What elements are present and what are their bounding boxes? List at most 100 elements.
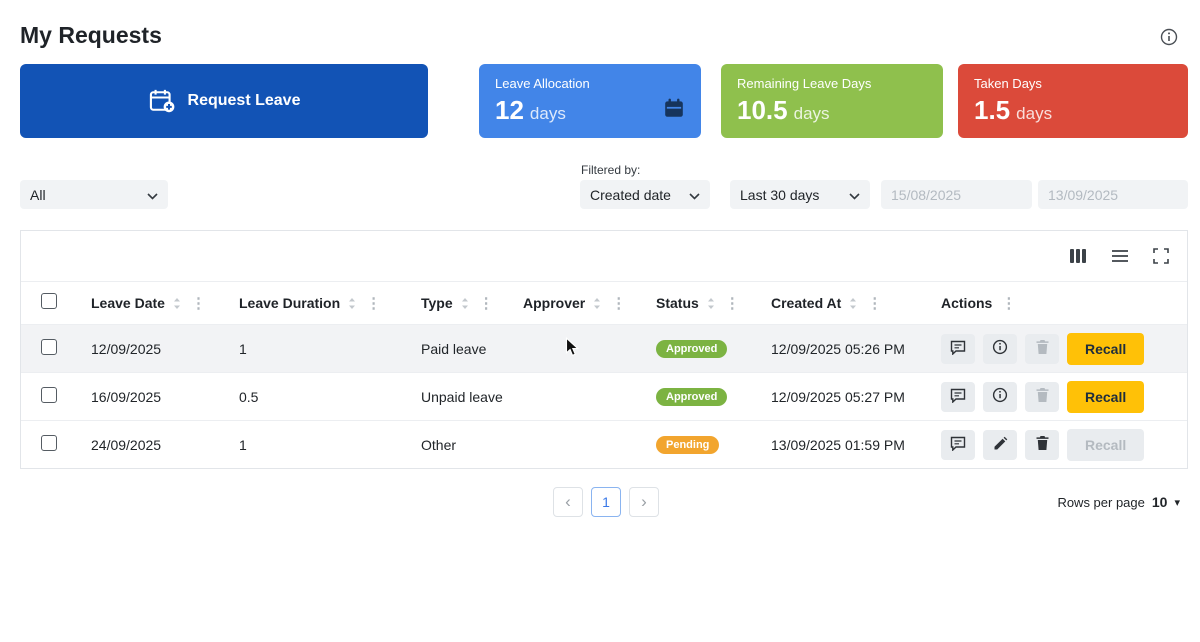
recall-button: Recall	[1067, 428, 1145, 461]
pencil-icon	[993, 436, 1008, 454]
caret-down-icon: ▾	[1174, 496, 1180, 509]
rows-per-page-value: 10	[1151, 494, 1168, 510]
table-toolbar	[21, 231, 1187, 282]
chevron-down-icon	[849, 187, 860, 203]
column-header-leave-duration: Leave Duration	[239, 295, 341, 311]
status-badge: Pending	[656, 436, 720, 454]
column-menu-icon[interactable]: ⋮	[723, 296, 742, 311]
next-page-button[interactable]: ›	[629, 487, 659, 517]
my-requests-page: My Requests Request Leave Leave Allocati…	[0, 0, 1200, 642]
table-row[interactable]: 24/09/2025 1 Other Pending 13/09/2025 01…	[21, 420, 1187, 468]
sort-icon[interactable]	[172, 297, 182, 310]
delete-button	[1025, 333, 1059, 364]
date-from-value: 15/08/2025	[891, 186, 962, 203]
rows-per-page-select[interactable]: Rows per page 10 ▾	[1057, 494, 1180, 510]
sort-icon[interactable]	[347, 297, 357, 310]
column-menu-icon[interactable]: ⋮	[477, 296, 496, 311]
card-label: Taken Days	[974, 76, 1042, 91]
info-button[interactable]	[983, 381, 1017, 412]
info-button[interactable]	[983, 333, 1017, 364]
leave-allocation-card: Leave Allocation 12 days	[479, 64, 701, 138]
request-leave-label: Request Leave	[187, 92, 301, 109]
cell-leave-date: 24/09/2025	[91, 436, 162, 453]
comment-button[interactable]	[941, 429, 975, 460]
taken-days-card: Taken Days 1.5 days	[958, 64, 1188, 138]
date-to-input[interactable]: 13/09/2025	[1038, 180, 1188, 209]
column-menu-icon[interactable]: ⋮	[609, 296, 628, 311]
status-badge: Approved	[656, 388, 728, 406]
table-header-row: Leave Date ⋮ Leave Duration ⋮ Type ⋮ App…	[21, 282, 1187, 324]
filter-range-select[interactable]: Last 30 days	[730, 180, 870, 209]
delete-button[interactable]	[1025, 429, 1059, 460]
date-from-input[interactable]: 15/08/2025	[881, 180, 1032, 209]
page-info-icon[interactable]	[1160, 28, 1178, 46]
comment-button[interactable]	[941, 333, 975, 364]
column-header-leave-date: Leave Date	[91, 295, 165, 311]
comment-icon	[950, 388, 966, 406]
density-icon[interactable]	[1111, 249, 1129, 263]
card-label: Remaining Leave Days	[737, 76, 872, 91]
type-filter-select[interactable]: All	[20, 180, 168, 209]
sort-icon[interactable]	[848, 297, 858, 310]
chevron-down-icon	[689, 187, 700, 203]
column-header-actions: Actions	[941, 295, 993, 311]
comment-icon	[950, 436, 966, 454]
column-menu-icon[interactable]: ⋮	[999, 296, 1018, 311]
recall-button[interactable]: Recall	[1067, 380, 1145, 413]
column-menu-icon[interactable]: ⋮	[364, 296, 383, 311]
rows-per-page-label: Rows per page	[1057, 494, 1145, 510]
filtered-by-label: Filtered by:	[581, 163, 641, 177]
calendar-plus-icon	[148, 87, 176, 115]
column-header-approver: Approver	[523, 295, 586, 311]
card-value: 1.5	[974, 95, 1011, 125]
sort-icon[interactable]	[706, 297, 716, 310]
table-row[interactable]: 16/09/2025 0.5 Unpaid leave Approved 12/…	[21, 372, 1187, 420]
select-all-checkbox[interactable]	[41, 292, 57, 309]
column-header-created-at: Created At	[771, 295, 842, 311]
cell-created-at: 13/09/2025 01:59 PM	[771, 436, 905, 453]
cell-leave-duration: 1	[239, 436, 247, 453]
card-unit: days	[793, 104, 830, 123]
cell-type: Other	[421, 436, 457, 453]
trash-icon	[1035, 339, 1050, 358]
row-checkbox[interactable]	[41, 387, 57, 403]
row-checkbox[interactable]	[41, 435, 57, 451]
cell-created-at: 12/09/2025 05:27 PM	[771, 388, 905, 405]
comment-button[interactable]	[941, 381, 975, 412]
card-label: Leave Allocation	[495, 76, 590, 91]
page-number-button[interactable]: 1	[591, 487, 621, 517]
type-filter-value: All	[30, 186, 46, 203]
cell-leave-date: 12/09/2025	[91, 340, 162, 357]
sort-icon[interactable]	[460, 297, 470, 310]
table-row[interactable]: 12/09/2025 1 Paid leave Approved 12/09/2…	[21, 324, 1187, 372]
status-badge: Approved	[656, 340, 728, 358]
pagination: ‹ 1 ›	[553, 487, 659, 517]
column-menu-icon[interactable]: ⋮	[189, 296, 208, 311]
cell-created-at: 12/09/2025 05:26 PM	[771, 340, 905, 357]
card-unit: days	[529, 104, 566, 123]
filter-field-value: Created date	[590, 186, 671, 203]
cell-type: Unpaid leave	[421, 388, 503, 405]
delete-button	[1025, 381, 1059, 412]
recall-button[interactable]: Recall	[1067, 332, 1145, 365]
date-to-value: 13/09/2025	[1048, 186, 1119, 203]
filter-range-value: Last 30 days	[740, 186, 820, 203]
fullscreen-icon[interactable]	[1153, 248, 1169, 264]
column-header-type: Type	[421, 295, 453, 311]
requests-table: Leave Date ⋮ Leave Duration ⋮ Type ⋮ App…	[20, 230, 1188, 469]
card-value: 10.5	[737, 95, 788, 125]
columns-icon[interactable]	[1069, 248, 1087, 264]
column-menu-icon[interactable]: ⋮	[865, 296, 884, 311]
row-checkbox[interactable]	[41, 339, 57, 355]
edit-button[interactable]	[983, 429, 1017, 460]
card-value: 12	[495, 95, 524, 125]
cell-type: Paid leave	[421, 340, 487, 357]
filter-field-select[interactable]: Created date	[580, 180, 710, 209]
calendar-icon	[663, 97, 685, 124]
request-leave-button[interactable]: Request Leave	[20, 64, 428, 138]
card-unit: days	[1016, 104, 1053, 123]
info-icon	[992, 339, 1008, 358]
remaining-leave-card: Remaining Leave Days 10.5 days	[721, 64, 943, 138]
sort-icon[interactable]	[592, 297, 602, 310]
prev-page-button[interactable]: ‹	[553, 487, 583, 517]
